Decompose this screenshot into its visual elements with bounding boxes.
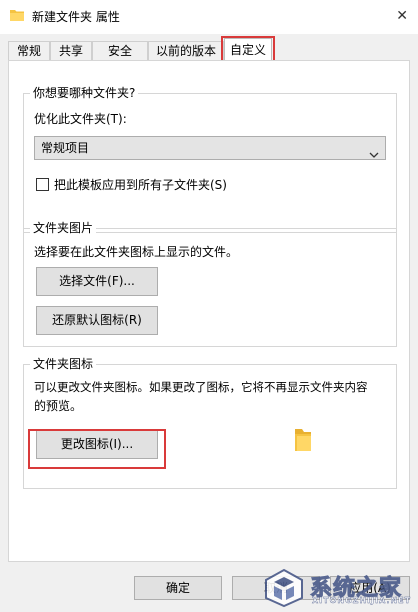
tab-label: 常规 xyxy=(16,44,41,58)
tab-label: 以前的版本 xyxy=(155,44,216,58)
customize-panel: 你想要哪种文件夹? 优化此文件夹(T): 常规项目 把此模板应用到所有子文件夹(… xyxy=(8,60,410,562)
folder-pictures-description: 选择要在此文件夹图标上显示的文件。 xyxy=(34,245,239,259)
title-bar: 新建文件夹 属性 ✕ xyxy=(0,0,418,34)
tab-security[interactable]: 安全 xyxy=(92,41,148,60)
folder-icons-title: 文件夹图标 xyxy=(30,357,97,371)
optimize-label: 优化此文件夹(T): xyxy=(34,112,127,126)
watermark-url: XITONGZHIJIA.NET xyxy=(312,596,412,605)
optimize-group: 你想要哪种文件夹? 优化此文件夹(T): 常规项目 把此模板应用到所有子文件夹(… xyxy=(23,86,397,233)
choose-file-button[interactable]: 选择文件(F)... xyxy=(36,267,158,296)
button-label: 确定 xyxy=(165,581,190,595)
button-label: 还原默认图标(R) xyxy=(52,313,142,327)
button-label: 选择文件(F)... xyxy=(59,274,135,288)
folder-pictures-group: 文件夹图片 选择要在此文件夹图标上显示的文件。 选择文件(F)... 还原默认图… xyxy=(23,221,397,347)
tab-label: 安全 xyxy=(107,44,132,58)
tab-previous-versions[interactable]: 以前的版本 xyxy=(148,41,224,60)
folder-pictures-title: 文件夹图片 xyxy=(30,221,97,235)
optimize-group-title: 你想要哪种文件夹? xyxy=(30,86,139,100)
apply-subfolders-label: 把此模板应用到所有子文件夹(S) xyxy=(54,178,227,192)
tab-sharing[interactable]: 共享 xyxy=(50,41,92,60)
folder-icon xyxy=(10,9,24,24)
watermark: 系统之家 XITONGZHIJIA.NET xyxy=(254,566,414,610)
optimize-select-value: 常规项目 xyxy=(41,141,90,155)
folder-icons-description-line2: 的预览。 xyxy=(34,399,83,413)
folder-icons-description-line1: 可以更改文件夹图标。如果更改了图标，它将不再显示文件夹内容 xyxy=(34,380,368,394)
optimize-select[interactable]: 常规项目 xyxy=(34,136,386,160)
tab-label: 共享 xyxy=(58,44,83,58)
chevron-down-icon xyxy=(369,144,379,166)
window-title: 新建文件夹 属性 xyxy=(32,10,120,24)
watermark-logo-icon xyxy=(265,568,303,608)
ok-button[interactable]: 确定 xyxy=(134,576,222,600)
folder-icons-group: 文件夹图标 可以更改文件夹图标。如果更改了图标，它将不再显示文件夹内容 的预览。… xyxy=(23,357,397,489)
tab-general[interactable]: 常规 xyxy=(8,41,50,60)
apply-subfolders-checkbox[interactable] xyxy=(36,178,49,191)
close-icon[interactable]: ✕ xyxy=(396,8,408,24)
folder-preview-icon xyxy=(293,427,313,456)
change-icon-highlight xyxy=(28,429,166,469)
restore-default-button[interactable]: 还原默认图标(R) xyxy=(36,306,158,335)
tab-strip: 常规 共享 安全 以前的版本 自定义 xyxy=(0,34,418,60)
